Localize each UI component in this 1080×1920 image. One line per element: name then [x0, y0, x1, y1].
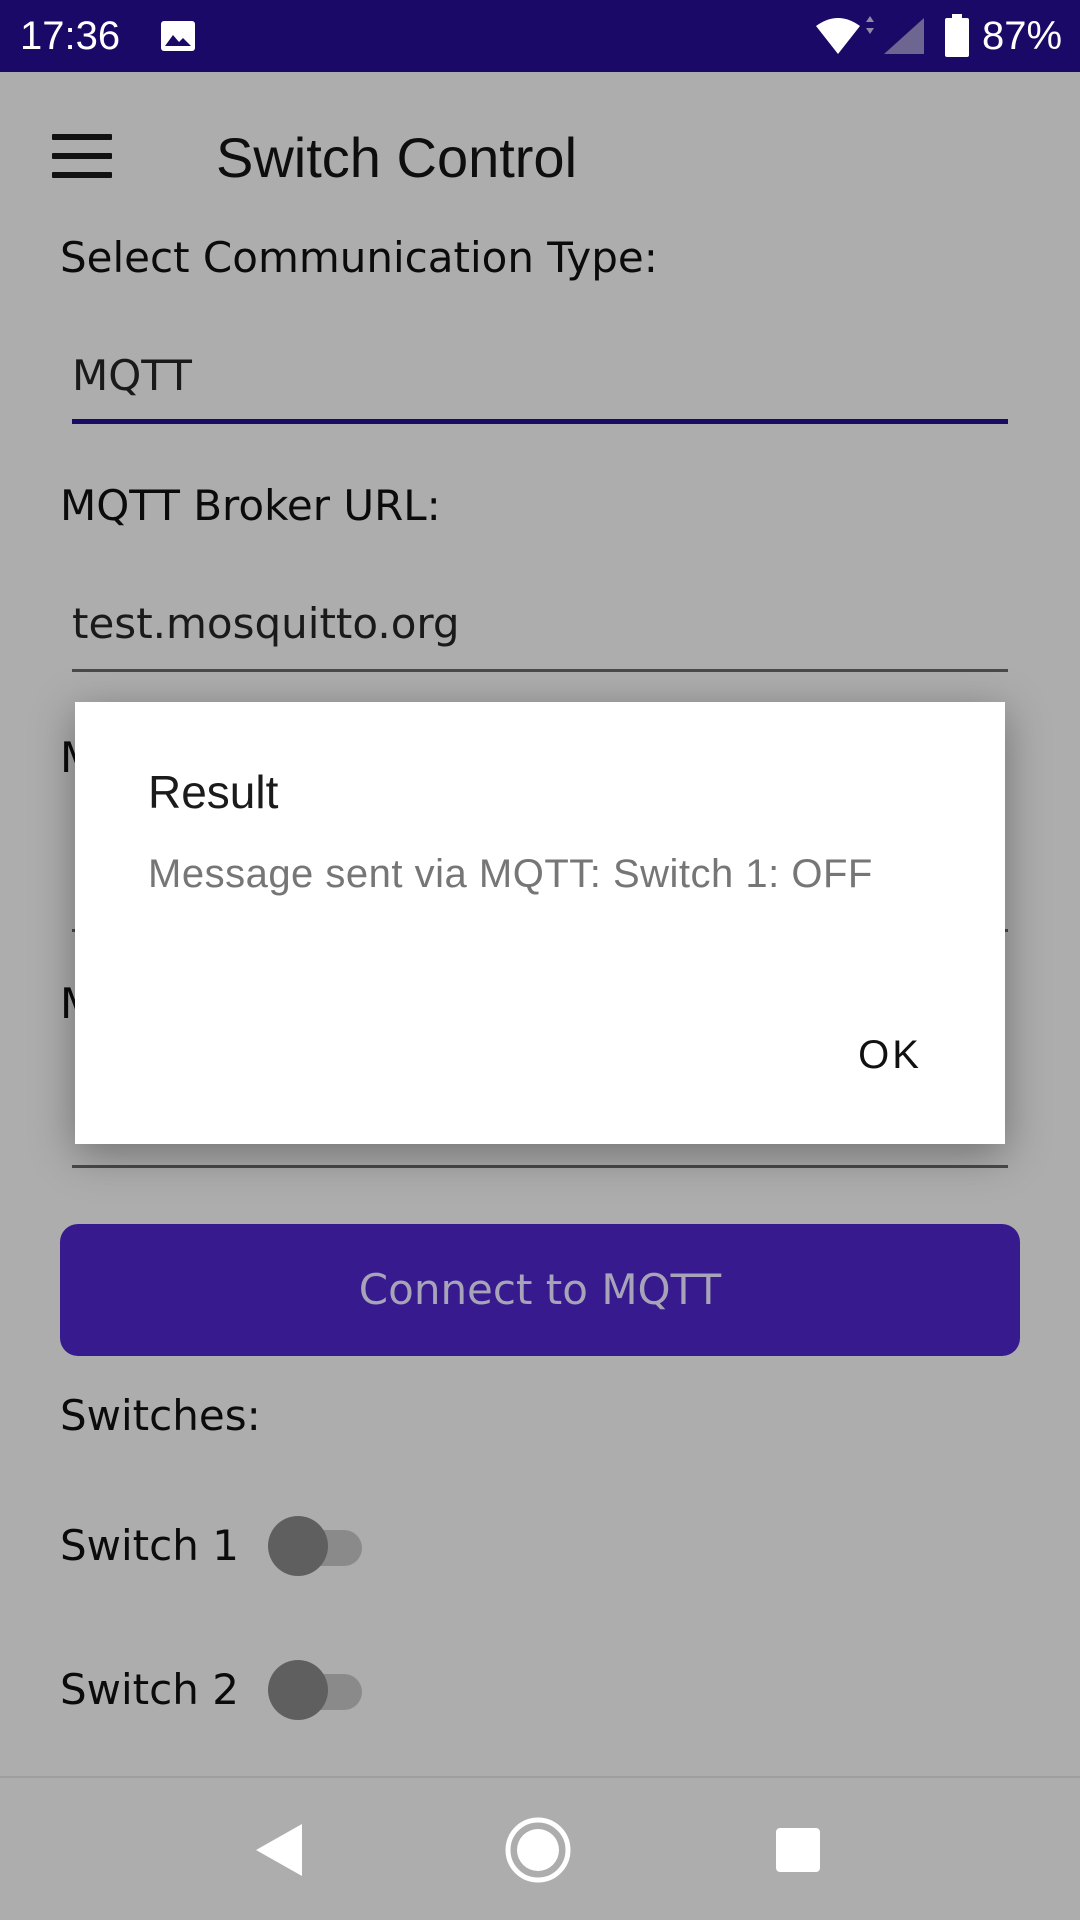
switch-thumb — [268, 1516, 328, 1576]
switch-row-1: Switch 1 — [60, 1514, 460, 1584]
switch-row-2: Switch 2 — [60, 1658, 460, 1728]
wifi-icon — [816, 16, 874, 54]
battery-percent: 87% — [982, 14, 1063, 58]
switch-2-label: Switch 2 — [60, 1665, 239, 1714]
signal-icon — [884, 18, 924, 54]
switches-label: Switches: — [60, 1391, 261, 1440]
connect-mqtt-button[interactable]: Connect to MQTT — [60, 1224, 1020, 1356]
status-bar: 17:36 87% — [0, 0, 1080, 72]
switch-2-toggle[interactable] — [268, 1658, 368, 1722]
dialog-title: Result — [148, 766, 279, 818]
dialog-message: Message sent via MQTT: Switch 1: OFF — [148, 852, 873, 896]
switch-thumb — [268, 1660, 328, 1720]
broker-url-label: MQTT Broker URL: — [60, 481, 441, 530]
comm-type-field[interactable]: MQTT — [72, 344, 1008, 424]
broker-url-field[interactable]: test.mosquitto.org — [72, 592, 1008, 672]
battery-icon — [945, 14, 969, 57]
page-title: Switch Control — [216, 126, 578, 189]
comm-type-label: Select Communication Type: — [60, 233, 658, 282]
home-icon[interactable] — [504, 1816, 572, 1884]
hamburger-menu-icon[interactable] — [52, 134, 112, 180]
gallery-icon — [161, 21, 195, 51]
back-icon[interactable] — [254, 1822, 304, 1878]
status-time: 17:36 — [20, 14, 121, 58]
switch-1-toggle[interactable] — [268, 1514, 368, 1578]
navigation-bar — [0, 1776, 1080, 1920]
recents-icon[interactable] — [774, 1826, 822, 1874]
switch-1-label: Switch 1 — [60, 1521, 239, 1570]
result-dialog: Result Message sent via MQTT: Switch 1: … — [75, 702, 1005, 1144]
dialog-ok-button[interactable]: OK — [835, 1020, 945, 1090]
